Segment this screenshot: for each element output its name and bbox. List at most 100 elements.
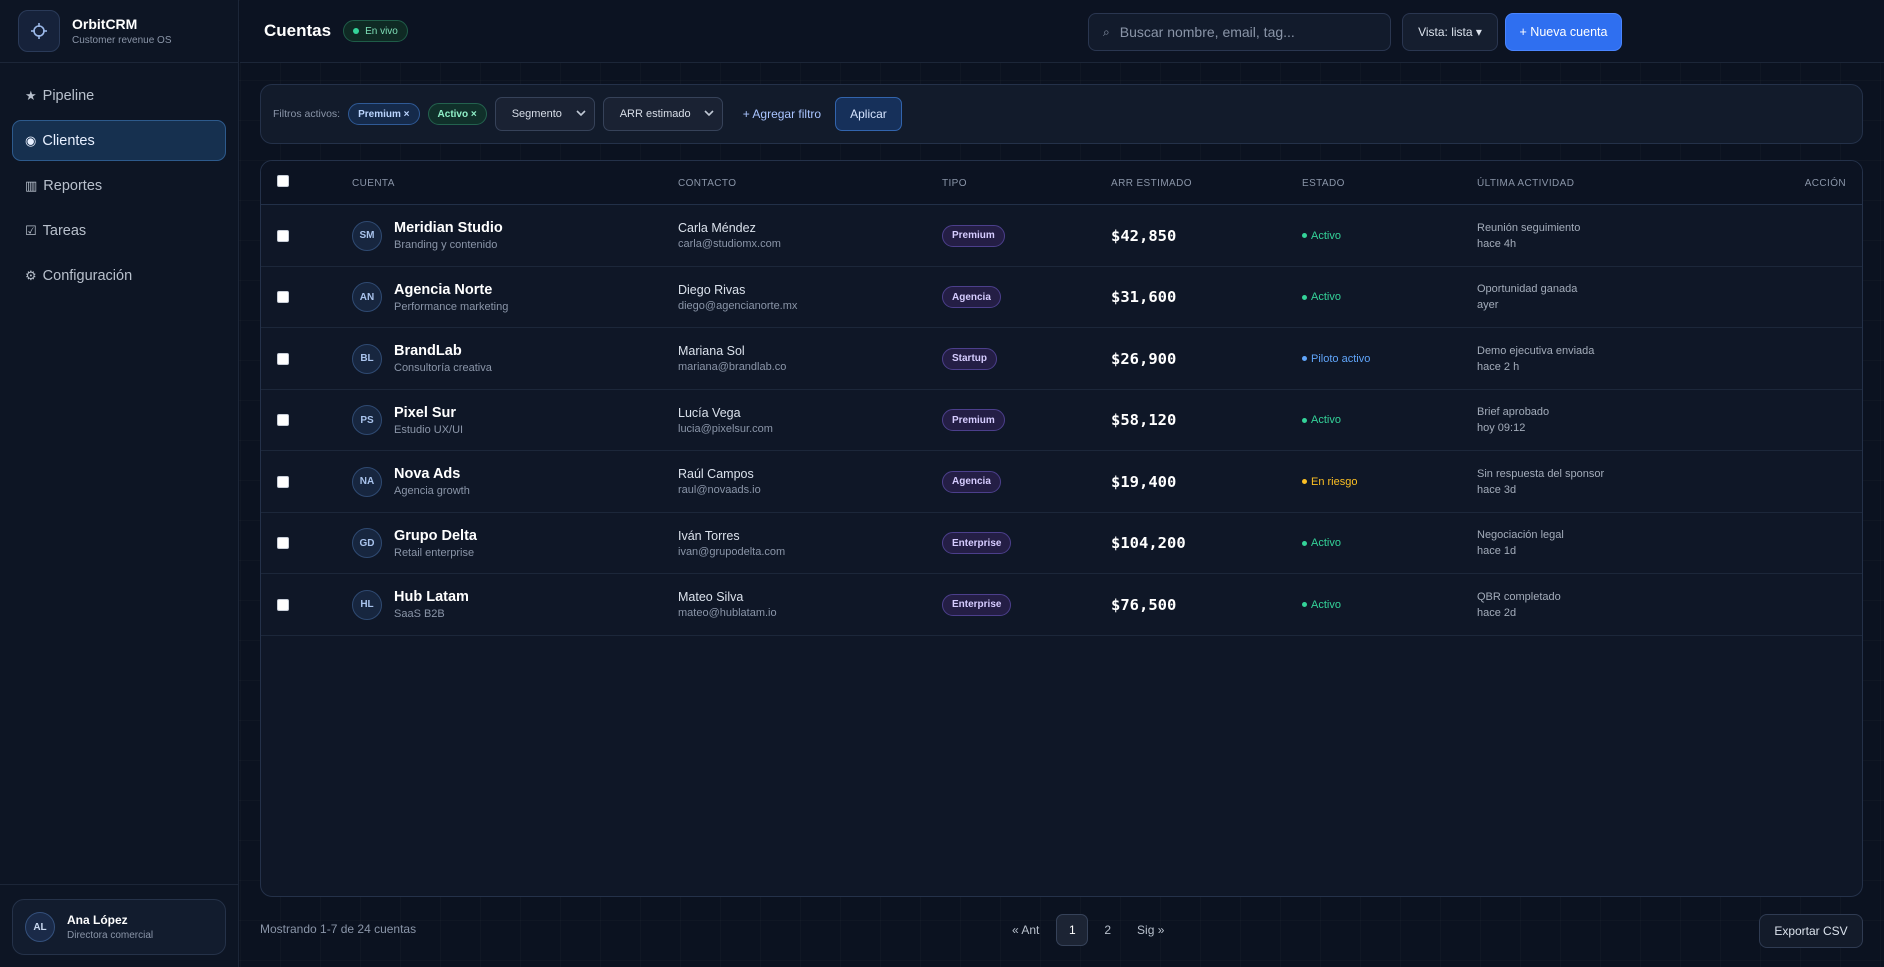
sidebar-item-tareas[interactable]: ☑ Tareas	[12, 210, 226, 251]
page-2-link[interactable]: 2	[1104, 923, 1111, 937]
contact-cell: Mateo Silva mateo@hublatam.io	[678, 574, 777, 635]
col-accion: ACCIÓN	[1804, 177, 1846, 189]
contact-email[interactable]: carla@studiomx.com	[678, 238, 781, 250]
row-checkbox[interactable]	[277, 598, 289, 611]
row-checkbox[interactable]	[277, 475, 289, 488]
prev-page-link[interactable]: « Ant	[1012, 923, 1039, 937]
col-estado[interactable]: ESTADO	[1302, 161, 1345, 205]
arr-cell: $58,120	[1111, 390, 1176, 451]
status-badge: Activo	[1302, 537, 1341, 549]
activity-time: hace 2d	[1477, 606, 1517, 619]
account-cell: SM Meridian Studio Branding y contenido	[352, 205, 503, 266]
col-tipo[interactable]: TIPO	[942, 161, 967, 205]
search-box[interactable]: ⌕	[1088, 13, 1391, 51]
sidebar-nav: ★ Pipeline ◉ Clientes ▥ Reportes ☑ Tareas ⚙ Confi…	[0, 63, 238, 296]
contact-email[interactable]: diego@agencianorte.mx	[678, 300, 797, 312]
contact-name: Mateo Silva	[678, 590, 744, 604]
contact-email[interactable]: ivan@grupodelta.com	[678, 546, 785, 558]
table-row[interactable]: PS Pixel Sur Estudio UX/UI Lucía Vega lu…	[261, 390, 1862, 451]
chevron-down-icon	[704, 109, 714, 120]
table-row[interactable]: AN Agencia Norte Performance marketing D…	[261, 267, 1862, 328]
type-cell: Agencia	[942, 451, 1001, 512]
arr-value: $26,900	[1111, 349, 1177, 368]
arr-cell: $31,600	[1111, 267, 1176, 328]
status-dot-icon	[1302, 602, 1307, 607]
sidebar-item-reportes[interactable]: ▥ Reportes	[12, 165, 226, 206]
filter-chip-activo[interactable]: Activo ×	[427, 103, 487, 125]
col-cuenta[interactable]: CUENTA	[352, 161, 395, 205]
col-contacto[interactable]: CONTACTO	[678, 161, 736, 205]
add-filter-link[interactable]: + Agregar filtro	[743, 107, 821, 121]
account-cell: BL BrandLab Consultoría creativa	[352, 328, 492, 389]
segment-select-label: Segmento	[511, 108, 562, 120]
account-cell: HL Hub Latam SaaS B2B	[352, 574, 469, 635]
circle-icon: ◉	[25, 132, 37, 148]
col-ultima-actividad[interactable]: ÚLTIMA ACTIVIDAD	[1477, 161, 1574, 205]
row-select-cell	[277, 513, 289, 574]
filters-label: Filtros activos:	[273, 108, 341, 120]
row-select-cell	[277, 328, 289, 389]
type-cell: Enterprise	[942, 513, 1012, 574]
account-name[interactable]: BrandLab	[394, 343, 492, 359]
row-checkbox[interactable]	[277, 291, 289, 303]
sidebar-item-clientes[interactable]: ◉ Clientes	[12, 120, 226, 161]
table-row[interactable]: NA Nova Ads Agencia growth Raúl Campos r…	[261, 451, 1862, 513]
account-name[interactable]: Pixel Sur	[394, 405, 463, 421]
row-select-cell	[277, 205, 289, 266]
col-arr[interactable]: ARR ESTIMADO	[1111, 161, 1192, 205]
checkbox-icon: ☑	[25, 222, 37, 238]
contact-email[interactable]: mariana@brandlab.co	[678, 361, 786, 373]
sidebar-item-label: Clientes	[42, 132, 95, 149]
sidebar-item-label: Reportes	[43, 177, 103, 194]
account-name[interactable]: Nova Ads	[394, 466, 470, 482]
table-row[interactable]: HL Hub Latam SaaS B2B Mateo Silva mateo@…	[261, 574, 1862, 636]
row-checkbox[interactable]	[277, 229, 289, 242]
user-card[interactable]: AL Ana López Directora comercial	[12, 899, 226, 955]
table-body: SM Meridian Studio Branding y contenido …	[261, 205, 1862, 636]
row-checkbox[interactable]	[277, 537, 289, 549]
account-avatar: NA	[352, 466, 382, 497]
search-input[interactable]	[1119, 24, 1370, 40]
row-checkbox[interactable]	[277, 352, 289, 365]
filter-chip-premium[interactable]: Premium ×	[348, 103, 420, 125]
account-cell: AN Agencia Norte Performance marketing	[352, 267, 508, 328]
account-name[interactable]: Hub Latam	[394, 589, 469, 605]
status-dot-icon	[1302, 356, 1307, 361]
account-name[interactable]: Meridian Studio	[394, 220, 503, 236]
apply-button[interactable]: Aplicar	[835, 97, 902, 131]
arr-value: $31,600	[1111, 288, 1177, 306]
arr-value: $58,120	[1111, 411, 1177, 429]
row-select-cell	[277, 267, 289, 328]
status-badge: Piloto activo	[1302, 353, 1370, 365]
account-avatar: BL	[352, 343, 382, 374]
table-row[interactable]: GD Grupo Delta Retail enterprise Iván To…	[261, 513, 1862, 574]
table-row[interactable]: BL BrandLab Consultoría creativa Mariana…	[261, 328, 1862, 390]
next-page-link[interactable]: Sig »	[1137, 923, 1164, 937]
account-name[interactable]: Agencia Norte	[394, 282, 508, 298]
status-dot-icon	[1302, 479, 1307, 484]
row-select-cell	[277, 451, 289, 512]
page-1-button[interactable]: 1	[1056, 914, 1089, 946]
sidebar-divider	[0, 884, 238, 885]
account-name[interactable]: Grupo Delta	[394, 528, 477, 544]
status-label: En riesgo	[1311, 475, 1358, 488]
sidebar-item-label: Pipeline	[42, 87, 95, 104]
new-account-button[interactable]: + Nueva cuenta	[1505, 13, 1622, 51]
view-mode-button[interactable]: Vista: lista ▾	[1402, 13, 1498, 51]
contact-email[interactable]: raul@novaads.io	[678, 484, 761, 496]
export-csv-button[interactable]: Exportar CSV	[1759, 914, 1863, 948]
sidebar-item-configuracion[interactable]: ⚙ Configuración	[12, 255, 226, 296]
select-all-checkbox[interactable]	[277, 175, 289, 187]
status-cell: Activo	[1302, 205, 1341, 266]
arr-select[interactable]: ARR estimado	[602, 97, 723, 131]
row-checkbox[interactable]	[277, 414, 289, 426]
search-icon: ⌕	[1103, 24, 1110, 39]
table-row[interactable]: SM Meridian Studio Branding y contenido …	[261, 205, 1862, 267]
contact-email[interactable]: lucia@pixelsur.com	[678, 423, 773, 435]
gear-icon: ⚙	[25, 267, 37, 283]
sidebar-item-pipeline[interactable]: ★ Pipeline	[12, 75, 226, 116]
activity-cell: Negociación legal hace 1d	[1477, 513, 1564, 574]
contact-email[interactable]: mateo@hublatam.io	[678, 607, 777, 619]
user-role: Directora comercial	[67, 930, 154, 941]
segment-select[interactable]: Segmento	[494, 97, 595, 131]
